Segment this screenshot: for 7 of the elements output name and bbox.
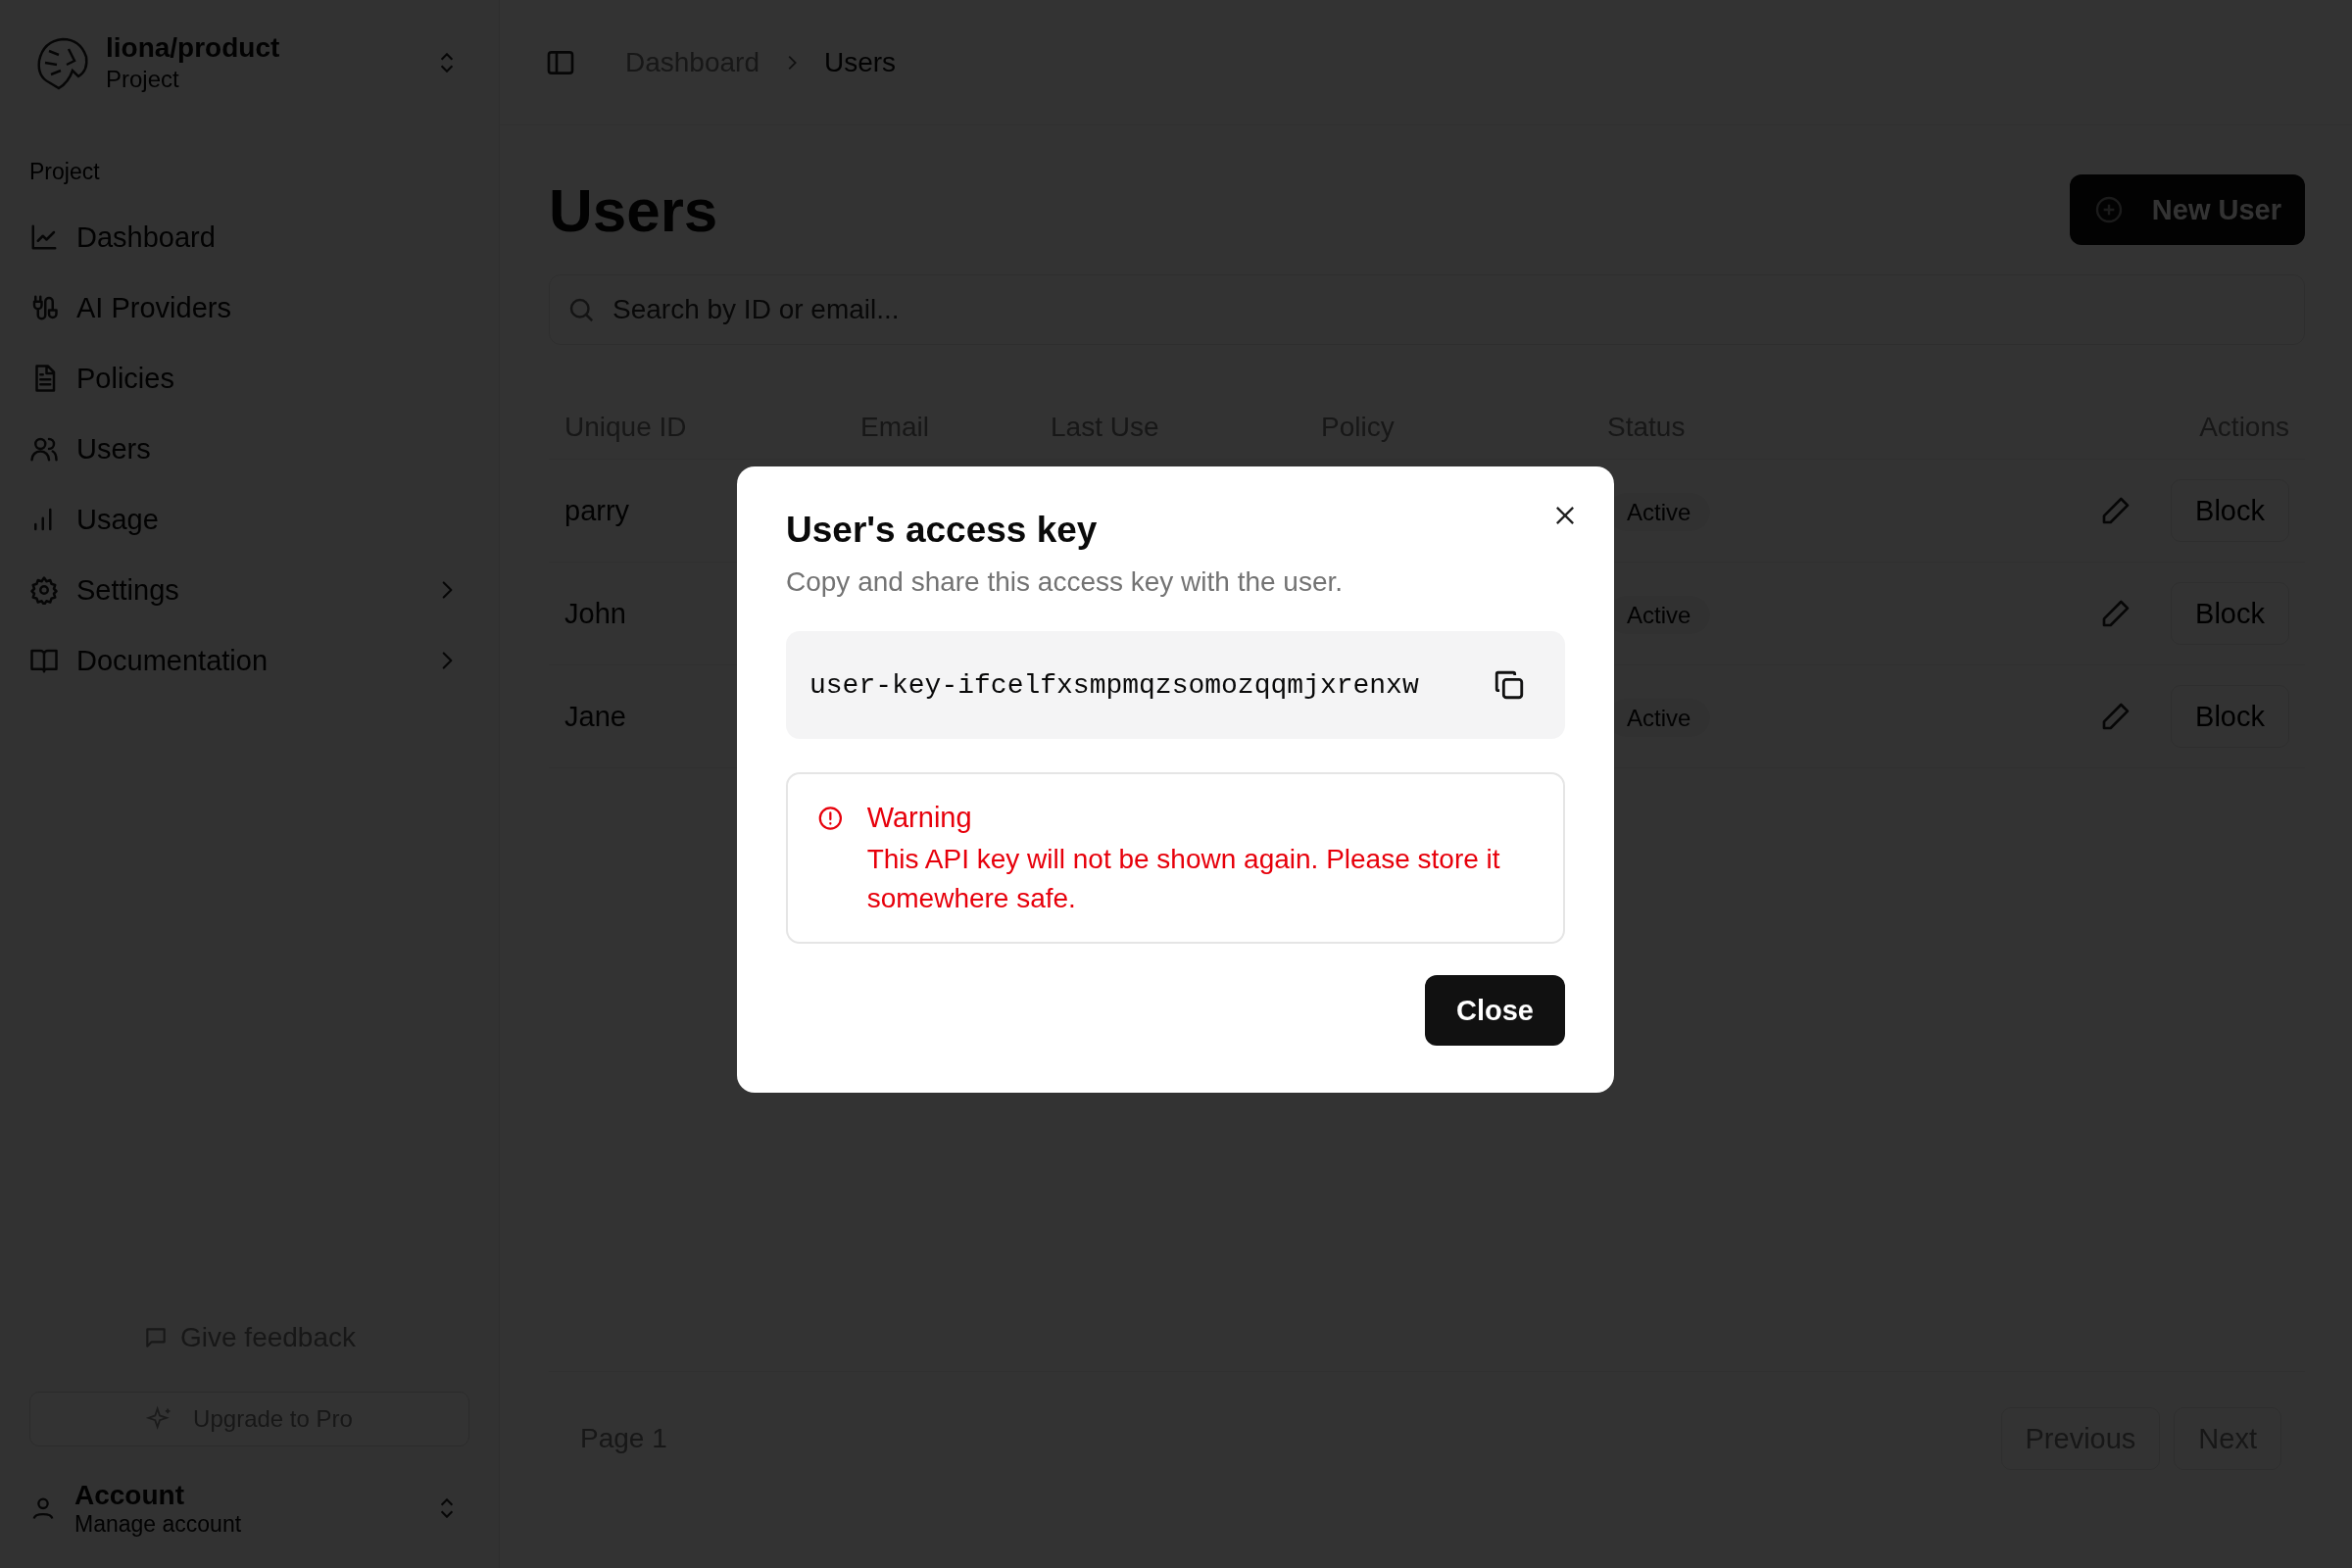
dialog-description: Copy and share this access key with the user. xyxy=(786,566,1345,598)
access-key-text: user-key-ifcelfxsmpmqzsomozqqmjxrenxw xyxy=(809,669,1419,701)
warning-message: This API key will not be shown again. Please store it somewhere safe. xyxy=(866,843,1501,915)
close-button[interactable]: Close xyxy=(1425,975,1565,1046)
dialog-title: User's access key xyxy=(786,510,1099,551)
copy-icon[interactable] xyxy=(1493,668,1526,702)
warning-title: Warning xyxy=(866,802,973,834)
